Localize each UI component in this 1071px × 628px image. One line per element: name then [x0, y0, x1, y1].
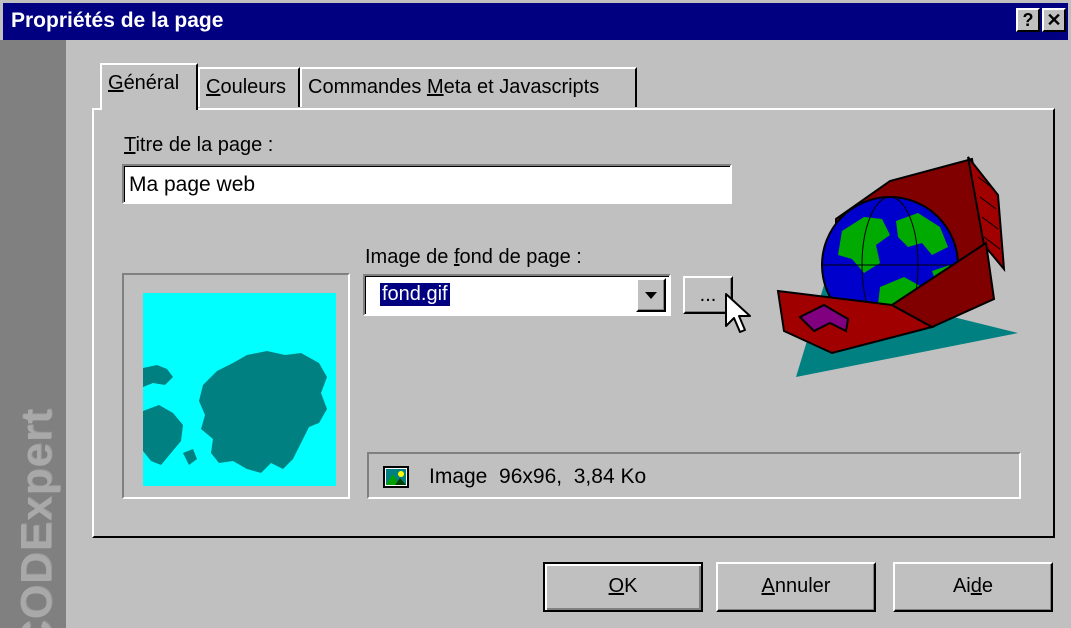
- help-icon[interactable]: ?: [1016, 8, 1040, 32]
- window-title: Propriétés de la page: [11, 9, 224, 32]
- tab-general[interactable]: Général: [100, 63, 198, 110]
- browse-button[interactable]: ...: [683, 276, 733, 314]
- help-button[interactable]: Aide: [893, 562, 1053, 612]
- page-title-value: Ma page web: [129, 173, 256, 196]
- dropdown-arrow-icon[interactable]: [636, 278, 666, 312]
- ok-button[interactable]: OK: [543, 562, 703, 612]
- page-title-input[interactable]: Ma page web: [122, 164, 732, 204]
- background-image-combobox[interactable]: fond.gif: [363, 274, 671, 316]
- sidebar: CODExpert: [0, 40, 66, 628]
- cancel-button[interactable]: Annuler: [716, 562, 876, 612]
- tab-colors[interactable]: Couleurs: [198, 67, 300, 107]
- brand-logo: CODExpert: [12, 408, 61, 628]
- background-image-value: fond.gif: [380, 283, 450, 306]
- close-icon[interactable]: ✕: [1042, 8, 1066, 32]
- title-bar: Propriétés de la page ? ✕: [0, 0, 1071, 40]
- tab-meta-javascript[interactable]: Commandes Meta et Javascripts: [300, 67, 637, 107]
